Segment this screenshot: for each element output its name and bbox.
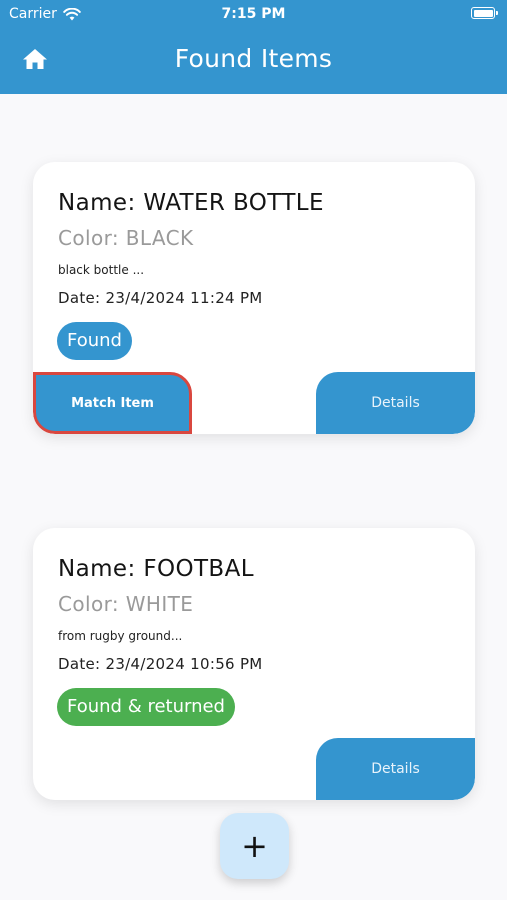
item-card-water-bottle[interactable]: Name: WATER BOTTLE Color: BLACK black bo… — [33, 162, 475, 434]
app-bar: Carrier 7:15 PM Found Items — [0, 0, 507, 94]
battery-icon — [471, 7, 498, 19]
status-bar: Carrier 7:15 PM — [0, 0, 507, 28]
item-card-footbal[interactable]: Name: FOOTBAL Color: WHITE from rugby gr… — [33, 528, 475, 800]
details-button[interactable]: Details — [316, 372, 475, 434]
status-badge: Found — [57, 322, 132, 360]
status-badge: Found & returned — [57, 688, 235, 726]
item-description: black bottle ... — [58, 263, 145, 277]
item-name: Name: FOOTBAL — [58, 556, 254, 582]
item-color: Color: WHITE — [58, 592, 194, 616]
item-name: Name: WATER BOTTLE — [58, 190, 324, 216]
item-color: Color: BLACK — [58, 226, 194, 250]
item-date: Date: 23/4/2024 11:24 PM — [58, 289, 263, 307]
plus-icon: + — [241, 827, 268, 865]
status-time: 7:15 PM — [221, 6, 286, 22]
page-title: Found Items — [174, 44, 333, 73]
add-item-button[interactable]: + — [220, 813, 289, 879]
details-button[interactable]: Details — [316, 738, 475, 800]
match-item-button[interactable]: Match Item — [33, 372, 192, 434]
item-date: Date: 23/4/2024 10:56 PM — [58, 655, 263, 673]
item-description: from rugby ground... — [58, 629, 183, 643]
screen: Carrier 7:15 PM Found Items Name: WATER … — [0, 0, 507, 900]
